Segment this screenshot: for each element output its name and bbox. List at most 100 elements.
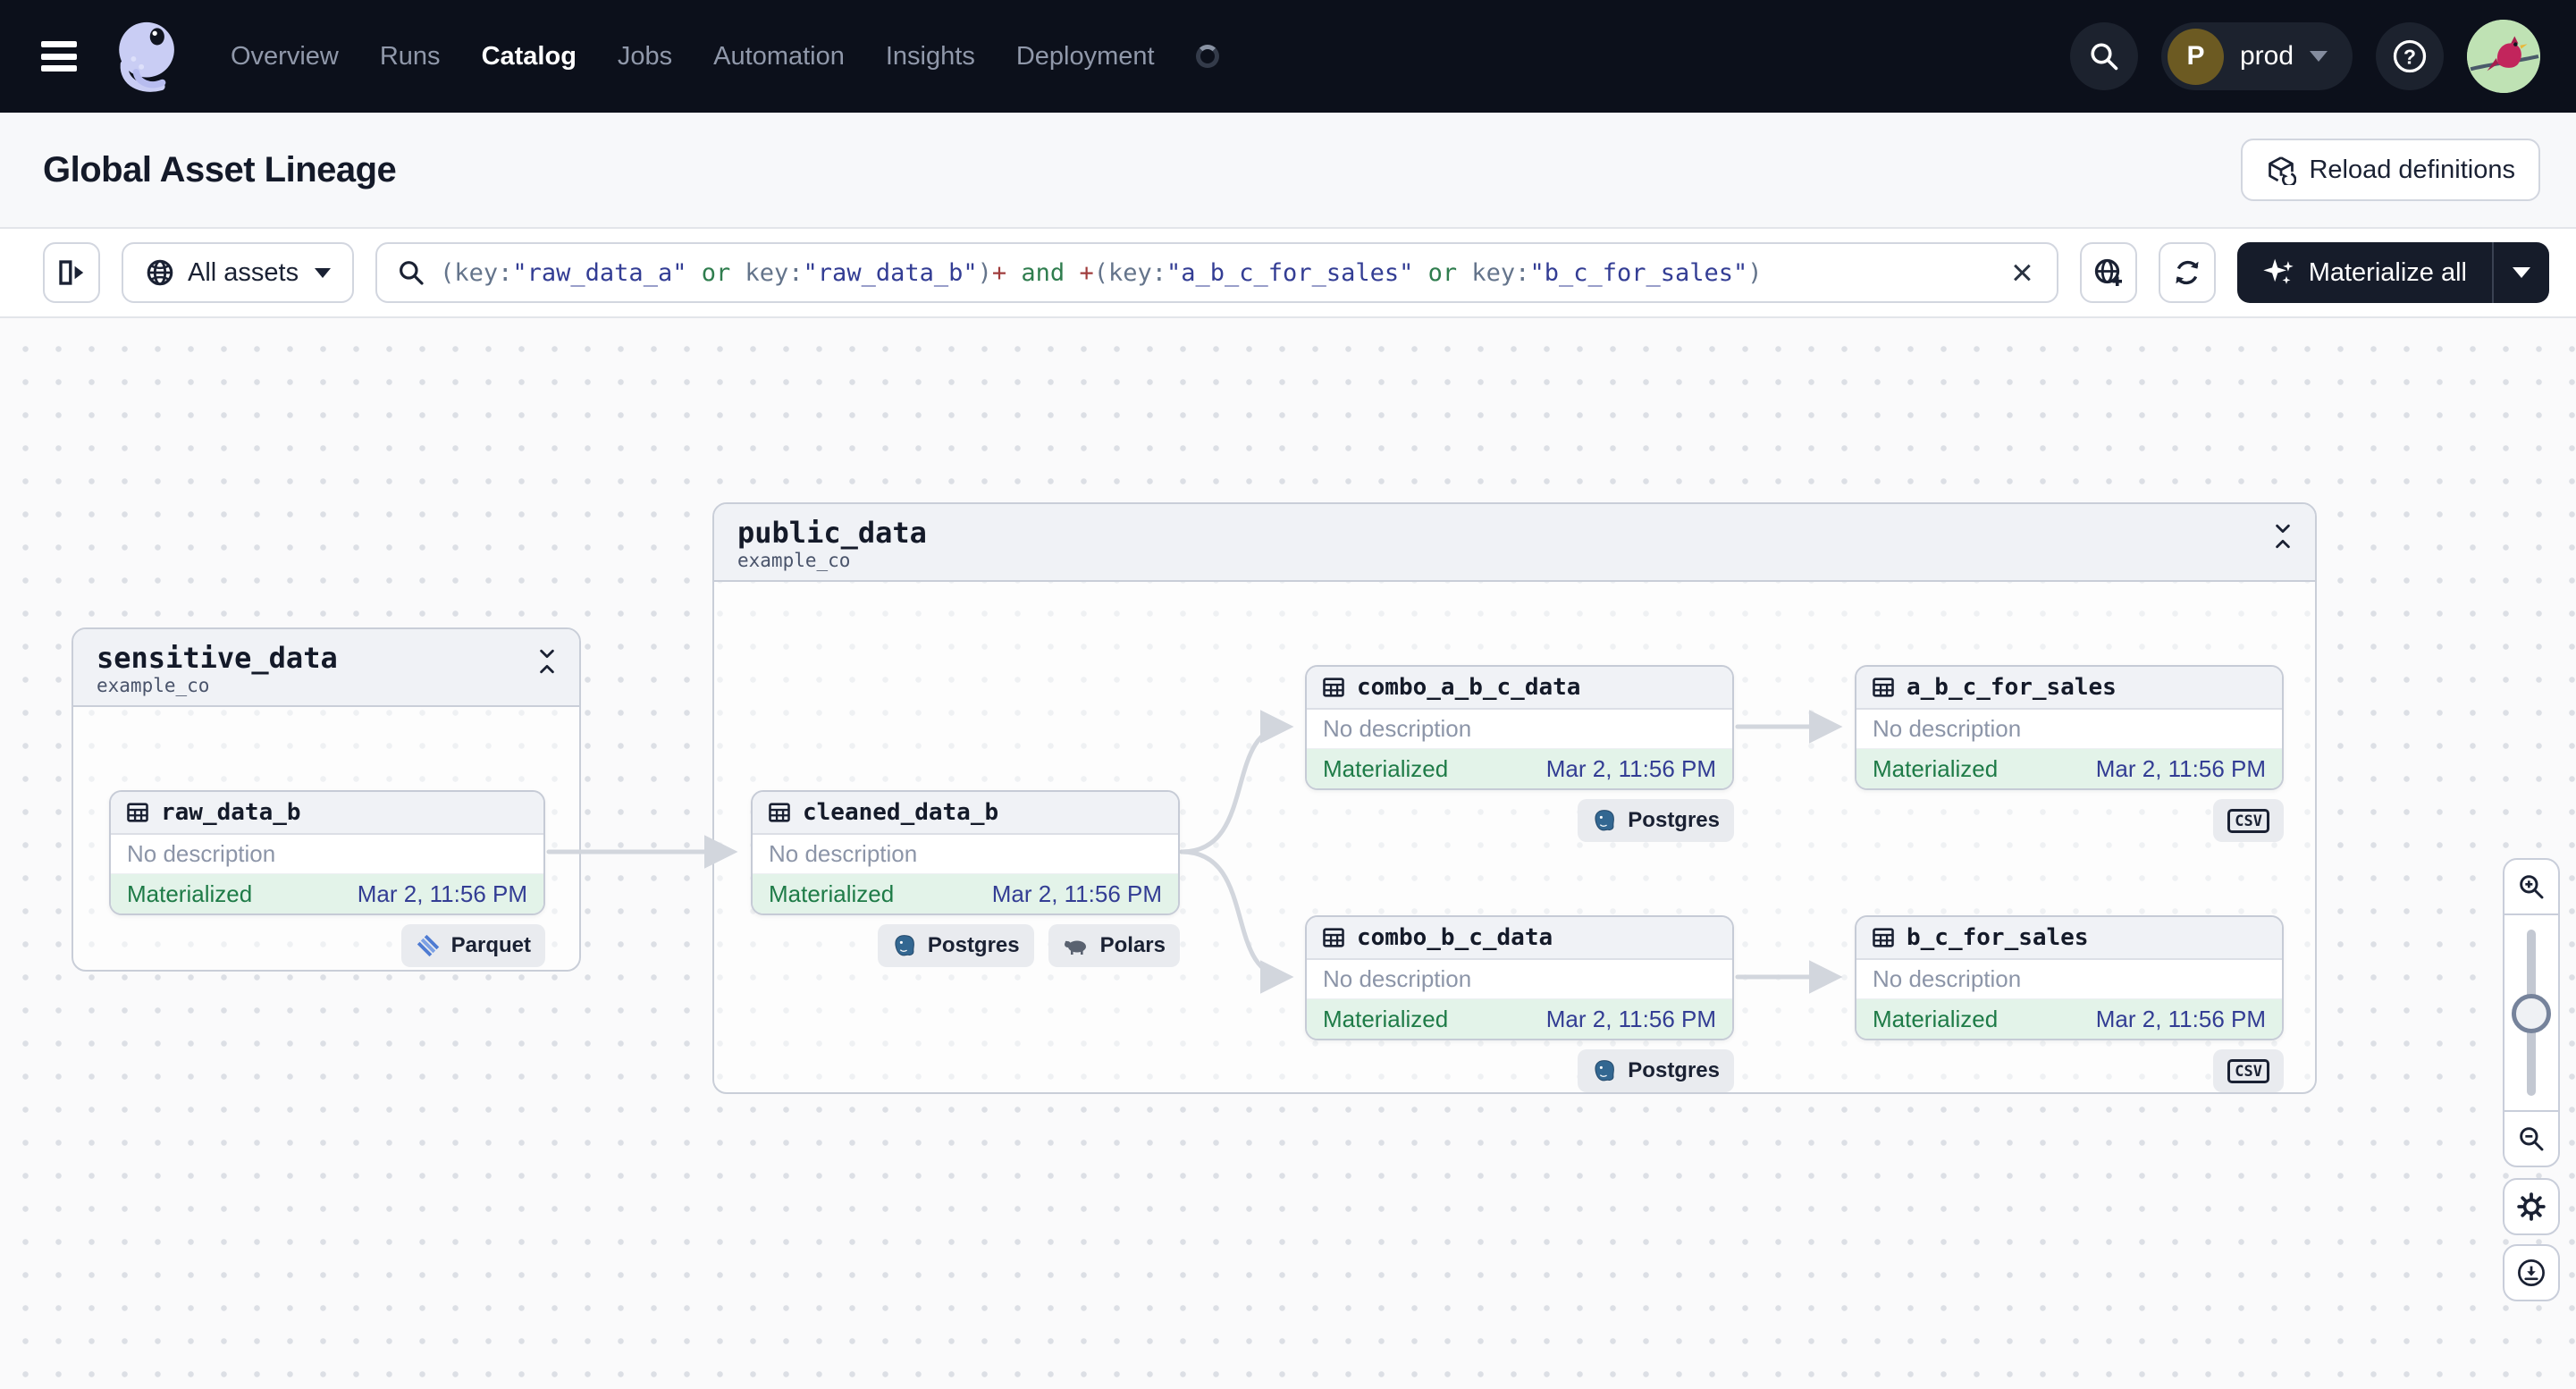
- csv-icon: CSV: [2227, 1058, 2269, 1083]
- asset-description: No description: [1307, 960, 1732, 999]
- asset-name: b_c_for_sales: [1907, 924, 2089, 951]
- tag-parquet[interactable]: Parquet: [400, 924, 545, 967]
- asset-node-b-c-for-sales[interactable]: b_c_for_sales No description Materialize…: [1855, 915, 2284, 1040]
- polars-icon: [1064, 940, 1086, 955]
- table-icon: [1873, 928, 1894, 947]
- asset-node-cleaned-data-b[interactable]: cleaned_data_b No description Materializ…: [751, 790, 1180, 915]
- tag-postgres[interactable]: Postgres: [877, 924, 1034, 967]
- asset-scope-label: All assets: [188, 257, 299, 287]
- table-icon: [1323, 928, 1344, 947]
- asset-description: No description: [1856, 710, 2282, 749]
- tag-label: Postgres: [1628, 1058, 1720, 1082]
- tags-combo-b-c-data: Postgres: [1578, 1049, 1734, 1092]
- asset-node-raw-data-b[interactable]: raw_data_b No description Materialized M…: [109, 790, 545, 915]
- nav-item-catalog[interactable]: Catalog: [482, 42, 577, 72]
- search-icon: [400, 261, 424, 285]
- help-button[interactable]: ?: [2376, 22, 2444, 90]
- asset-name: cleaned_data_b: [803, 799, 999, 826]
- status-timestamp: Mar 2, 11:56 PM: [357, 880, 527, 907]
- postgres-icon: [1595, 1060, 1615, 1082]
- postgres-icon: [1595, 810, 1615, 831]
- nav-item-overview[interactable]: Overview: [231, 42, 339, 72]
- search-query-text: (key:"raw_data_a" or key:"raw_data_b")+ …: [440, 258, 1763, 287]
- user-avatar[interactable]: [2467, 20, 2540, 93]
- materialize-all-button[interactable]: Materialize all: [2237, 242, 2492, 303]
- asset-node-combo-a-b-c-data[interactable]: combo_a_b_c_data No description Material…: [1305, 665, 1734, 790]
- page-title: Global Asset Lineage: [43, 149, 397, 189]
- asset-scope-dropdown[interactable]: All assets: [122, 242, 355, 303]
- asset-status-row: Materialized Mar 2, 11:56 PM: [1856, 999, 2282, 1039]
- materialize-options-caret[interactable]: [2494, 242, 2549, 303]
- status-timestamp: Mar 2, 11:56 PM: [1545, 754, 1716, 782]
- parquet-icon: [417, 934, 439, 957]
- panel-expand-icon: [59, 260, 84, 285]
- zoom-in-button[interactable]: [2504, 860, 2558, 915]
- hamburger-menu-icon[interactable]: [36, 37, 82, 76]
- asset-node-combo-b-c-data[interactable]: combo_b_c_data No description Materializ…: [1305, 915, 1734, 1040]
- tag-postgres[interactable]: Postgres: [1578, 799, 1734, 842]
- nav-item-deployment[interactable]: Deployment: [1016, 42, 1155, 72]
- nav-item-automation[interactable]: Automation: [713, 42, 845, 72]
- tags-cleaned-data-b: Postgres Polars: [877, 924, 1180, 967]
- tag-label: Postgres: [1628, 808, 1720, 832]
- asset-search-input[interactable]: (key:"raw_data_a" or key:"raw_data_b")+ …: [375, 242, 2058, 303]
- asset-status-row: Materialized Mar 2, 11:56 PM: [753, 874, 1178, 913]
- nav-items: Overview Runs Catalog Jobs Automation In…: [231, 42, 1219, 72]
- tag-csv[interactable]: CSV: [2213, 799, 2284, 842]
- reload-definitions-label: Reload definitions: [2309, 155, 2515, 184]
- tags-raw-data-b: Parquet: [400, 924, 545, 967]
- materialize-all-label: Materialize all: [2308, 257, 2467, 287]
- asset-name: combo_a_b_c_data: [1357, 674, 1581, 701]
- asset-node-a-b-c-for-sales[interactable]: a_b_c_for_sales No description Materiali…: [1855, 665, 2284, 790]
- nav-item-insights[interactable]: Insights: [886, 42, 975, 72]
- deployment-name: prod: [2239, 41, 2294, 71]
- tag-label: Postgres: [927, 933, 1020, 957]
- nav-item-runs[interactable]: Runs: [380, 42, 441, 72]
- refresh-icon: [2176, 260, 2199, 285]
- search-button[interactable]: [2069, 22, 2138, 90]
- postgres-icon: [895, 935, 914, 956]
- download-icon: [2518, 1259, 2545, 1286]
- refresh-button[interactable]: [2158, 242, 2216, 303]
- zoom-slider-handle[interactable]: [2512, 994, 2551, 1033]
- gear-icon: [2517, 1192, 2546, 1221]
- tag-postgres[interactable]: Postgres: [1578, 1049, 1734, 1092]
- tag-label: Parquet: [450, 933, 531, 957]
- dagster-app: Overview Runs Catalog Jobs Automation In…: [0, 0, 2576, 1389]
- deployment-initial-badge: P: [2167, 28, 2224, 85]
- tag-csv[interactable]: CSV: [2213, 1049, 2284, 1092]
- status-timestamp: Mar 2, 11:56 PM: [1545, 1005, 1716, 1032]
- asset-status-row: Materialized Mar 2, 11:56 PM: [1856, 749, 2282, 788]
- csv-icon: CSV: [2227, 808, 2269, 833]
- zoom-out-icon: [2520, 1127, 2544, 1151]
- asset-description: No description: [111, 835, 543, 874]
- reload-definitions-button[interactable]: Reload definitions: [2241, 139, 2540, 201]
- view-full-graph-button[interactable]: [2079, 242, 2137, 303]
- asset-description: No description: [1307, 710, 1732, 749]
- tag-label: Polars: [1099, 933, 1166, 957]
- globe-plus-icon: [2094, 258, 2122, 286]
- table-icon: [1323, 678, 1344, 697]
- tag-polars[interactable]: Polars: [1048, 924, 1180, 967]
- status-timestamp: Mar 2, 11:56 PM: [991, 880, 1162, 907]
- status-label: Materialized: [1323, 754, 1449, 782]
- dagster-logo[interactable]: [107, 14, 191, 98]
- graph-settings-button[interactable]: [2503, 1178, 2560, 1235]
- lineage-canvas[interactable]: sensitive_data example_co public_data ex…: [0, 320, 2576, 1389]
- download-image-button[interactable]: [2503, 1244, 2560, 1301]
- cardinal-bird-avatar-image: [2467, 20, 2540, 93]
- zoom-in-icon: [2520, 875, 2544, 899]
- tags-combo-a-b-c-data: Postgres: [1578, 799, 1734, 842]
- clear-search-button[interactable]: ×: [2008, 254, 2037, 291]
- nav-item-jobs[interactable]: Jobs: [618, 42, 672, 72]
- table-icon: [127, 803, 148, 822]
- status-timestamp: Mar 2, 11:56 PM: [2095, 1005, 2266, 1032]
- zoom-panel: [2503, 858, 2560, 1167]
- loading-spinner-icon: [1195, 45, 1219, 68]
- deployment-switcher[interactable]: P prod: [2160, 22, 2353, 90]
- asset-status-row: Materialized Mar 2, 11:56 PM: [111, 874, 543, 913]
- asset-description: No description: [1856, 960, 2282, 999]
- chevron-down-icon: [315, 267, 332, 278]
- zoom-out-button[interactable]: [2504, 1110, 2558, 1166]
- open-side-panel-button[interactable]: [43, 242, 100, 303]
